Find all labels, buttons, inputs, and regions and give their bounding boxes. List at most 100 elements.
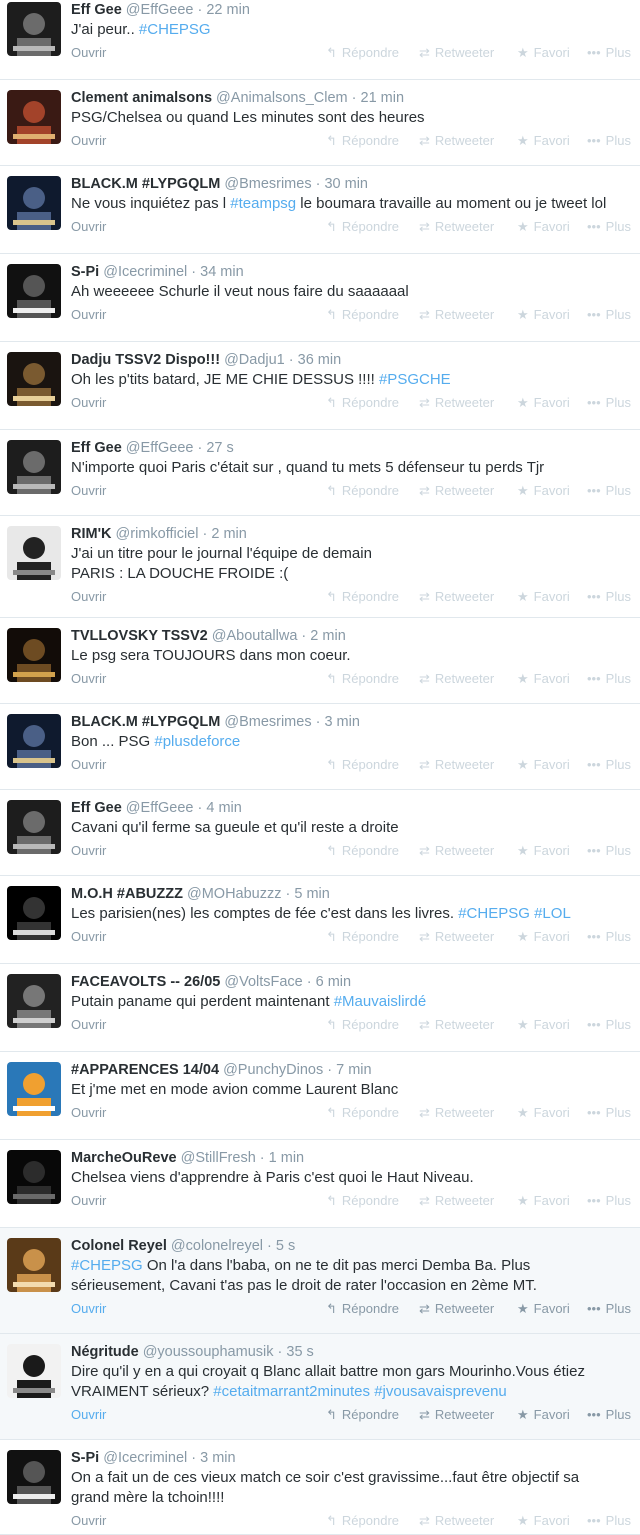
author-name[interactable]: Négritude [71, 1344, 139, 1360]
avatar[interactable] [7, 90, 61, 144]
more-button[interactable]: ••• Plus [587, 218, 631, 236]
more-button[interactable]: ••• Plus [587, 756, 631, 774]
reply-button[interactable]: ↰ Répondre [326, 132, 399, 150]
retweet-button[interactable]: ⇄ Retweeter [419, 394, 494, 412]
retweet-button[interactable]: ⇄ Retweeter [419, 218, 494, 236]
favorite-button[interactable]: ★ Favori [517, 132, 570, 150]
tweet-item[interactable]: RIM'K @rimkofficiel · 2 min J'ai un titre… [0, 516, 640, 618]
open-link[interactable]: Ouvrir [71, 928, 106, 946]
open-link[interactable]: Ouvrir [71, 1192, 106, 1210]
tweet-item[interactable]: MarcheOuReve @StillFresh · 1 min Chelsea … [0, 1140, 640, 1228]
more-button[interactable]: ••• Plus [587, 588, 631, 606]
more-button[interactable]: ••• Plus [587, 1512, 631, 1530]
open-link[interactable]: Ouvrir [71, 1406, 106, 1424]
avatar[interactable] [7, 176, 61, 230]
open-link[interactable]: Ouvrir [71, 670, 106, 688]
author-handle[interactable]: @Bmesrimes [224, 176, 311, 192]
tweet-timestamp[interactable]: 22 min [206, 2, 250, 18]
reply-button[interactable]: ↰ Répondre [326, 928, 399, 946]
open-link[interactable]: Ouvrir [71, 218, 106, 236]
tweet-timestamp[interactable]: 3 min [324, 714, 359, 730]
retweet-button[interactable]: ⇄ Retweeter [419, 1300, 494, 1318]
hashtag-link[interactable]: #teampsg [230, 195, 296, 212]
favorite-button[interactable]: ★ Favori [517, 928, 570, 946]
tweet-item[interactable]: Eff Gee @EffGeee · 27 s N'importe quoi Pa… [0, 430, 640, 516]
tweet-timestamp[interactable]: 3 min [200, 1450, 235, 1466]
open-link[interactable]: Ouvrir [71, 842, 106, 860]
tweet-timestamp[interactable]: 36 min [298, 352, 342, 368]
tweet-item[interactable]: Clement animalsons @Animalsons_Clem · 21… [0, 80, 640, 166]
tweet-item[interactable]: S-Pi @Icecriminel · 3 min On a fait un de… [0, 1440, 640, 1535]
retweet-button[interactable]: ⇄ Retweeter [419, 132, 494, 150]
avatar[interactable] [7, 1450, 61, 1504]
reply-button[interactable]: ↰ Répondre [326, 44, 399, 62]
reply-button[interactable]: ↰ Répondre [326, 1104, 399, 1122]
more-button[interactable]: ••• Plus [587, 670, 631, 688]
favorite-button[interactable]: ★ Favori [517, 1406, 570, 1424]
more-button[interactable]: ••• Plus [587, 1300, 631, 1318]
author-name[interactable]: Eff Gee [71, 440, 122, 456]
hashtag-link[interactable]: #Mauvaislirdé [334, 993, 427, 1010]
tweet-timestamp[interactable]: 7 min [336, 1062, 371, 1078]
avatar[interactable] [7, 800, 61, 854]
author-name[interactable]: M.O.H #ABUZZZ [71, 886, 183, 902]
more-button[interactable]: ••• Plus [587, 1104, 631, 1122]
reply-button[interactable]: ↰ Répondre [326, 1016, 399, 1034]
hashtag-link[interactable]: #cetaitmarrant2minutes [213, 1383, 370, 1400]
retweet-button[interactable]: ⇄ Retweeter [419, 306, 494, 324]
favorite-button[interactable]: ★ Favori [517, 306, 570, 324]
reply-button[interactable]: ↰ Répondre [326, 306, 399, 324]
author-name[interactable]: S-Pi [71, 264, 99, 280]
hashtag-link[interactable]: #CHEPSG [71, 1257, 143, 1274]
open-link[interactable]: Ouvrir [71, 394, 106, 412]
hashtag-link[interactable]: #CHEPSG [139, 21, 211, 38]
favorite-button[interactable]: ★ Favori [517, 394, 570, 412]
hashtag-link[interactable]: #LOL [534, 905, 571, 922]
author-name[interactable]: #APPARENCES 14/04 [71, 1062, 219, 1078]
favorite-button[interactable]: ★ Favori [517, 588, 570, 606]
tweet-timestamp[interactable]: 2 min [310, 628, 345, 644]
author-name[interactable]: RIM'K [71, 526, 112, 542]
avatar[interactable] [7, 1150, 61, 1204]
reply-button[interactable]: ↰ Répondre [326, 482, 399, 500]
reply-button[interactable]: ↰ Répondre [326, 756, 399, 774]
tweet-timestamp[interactable]: 5 s [276, 1238, 295, 1254]
tweet-item[interactable]: Eff Gee @EffGeee · 4 min Cavani qu'il fer… [0, 790, 640, 876]
favorite-button[interactable]: ★ Favori [517, 1192, 570, 1210]
favorite-button[interactable]: ★ Favori [517, 1104, 570, 1122]
retweet-button[interactable]: ⇄ Retweeter [419, 1104, 494, 1122]
hashtag-link[interactable]: #PSGCHE [379, 371, 451, 388]
tweet-item[interactable]: BLACK.M #LYPGQLM @Bmesrimes · 30 min Ne v… [0, 166, 640, 254]
favorite-button[interactable]: ★ Favori [517, 218, 570, 236]
tweet-timestamp[interactable]: 4 min [206, 800, 241, 816]
tweet-timestamp[interactable]: 21 min [361, 90, 405, 106]
tweet-timestamp[interactable]: 5 min [294, 886, 329, 902]
more-button[interactable]: ••• Plus [587, 132, 631, 150]
author-name[interactable]: MarcheOuReve [71, 1150, 177, 1166]
retweet-button[interactable]: ⇄ Retweeter [419, 482, 494, 500]
reply-button[interactable]: ↰ Répondre [326, 394, 399, 412]
avatar[interactable] [7, 974, 61, 1028]
more-button[interactable]: ••• Plus [587, 394, 631, 412]
avatar[interactable] [7, 1344, 61, 1398]
avatar[interactable] [7, 264, 61, 318]
hashtag-link[interactable]: #jvousavaisprevenu [374, 1383, 507, 1400]
author-name[interactable]: FACEAVOLTS -- 26/05 [71, 974, 220, 990]
reply-button[interactable]: ↰ Répondre [326, 588, 399, 606]
avatar[interactable] [7, 714, 61, 768]
author-handle[interactable]: @MOHabuzzz [187, 886, 282, 902]
more-button[interactable]: ••• Plus [587, 842, 631, 860]
reply-button[interactable]: ↰ Répondre [326, 218, 399, 236]
avatar[interactable] [7, 628, 61, 682]
avatar[interactable] [7, 1238, 61, 1292]
favorite-button[interactable]: ★ Favori [517, 842, 570, 860]
author-handle[interactable]: @Animalsons_Clem [216, 90, 348, 106]
author-name[interactable]: Dadju TSSV2 Dispo!!! [71, 352, 220, 368]
tweet-item[interactable]: Dadju TSSV2 Dispo!!! @Dadju1 · 36 min Oh … [0, 342, 640, 430]
tweet-timestamp[interactable]: 27 s [206, 440, 233, 456]
favorite-button[interactable]: ★ Favori [517, 756, 570, 774]
tweet-timestamp[interactable]: 34 min [200, 264, 244, 280]
tweet-item[interactable]: TVLLOVSKY TSSV2 @Aboutallwa · 2 min Le ps… [0, 618, 640, 704]
retweet-button[interactable]: ⇄ Retweeter [419, 928, 494, 946]
tweet-timestamp[interactable]: 30 min [324, 176, 368, 192]
